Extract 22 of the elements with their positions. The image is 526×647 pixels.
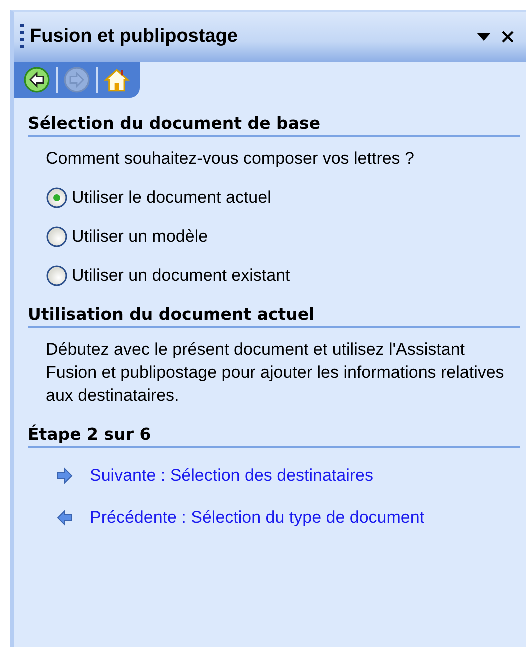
home-button[interactable] [104,67,130,93]
radio-button[interactable] [46,226,68,248]
close-icon [500,29,516,45]
step-link[interactable]: Suivante : Sélection des destinataires [90,466,374,486]
left-arrow-icon [56,509,74,527]
home-icon [104,67,130,93]
section-heading: Étape 2 sur 6 [28,425,520,448]
section-heading: Sélection du document de base [28,114,520,137]
option-label[interactable]: Utiliser un modèle [72,225,208,248]
right-arrow-icon [56,467,74,485]
back-button[interactable] [24,67,50,93]
grip-icon[interactable] [20,24,24,50]
pane-title: Fusion et publipostage [30,26,239,48]
step-link[interactable]: Précédente : Sélection du type de document [90,508,425,528]
triangle-icon [476,32,492,42]
section-text: Comment souhaitez-vous composer vos lettres ? [46,148,416,170]
section-heading: Utilisation du document actuel [28,305,520,328]
option-label[interactable]: Utiliser le document actuel [72,186,272,209]
section-text: Débutez avec le présent document et utilisez l'Assistant Fusion et publipostage pour ajouter les informations relatives aux destinataires. [46,339,506,407]
radio-button[interactable] [46,186,68,208]
radio-button[interactable] [46,264,68,286]
option-label[interactable]: Utiliser un document existant [72,264,290,287]
